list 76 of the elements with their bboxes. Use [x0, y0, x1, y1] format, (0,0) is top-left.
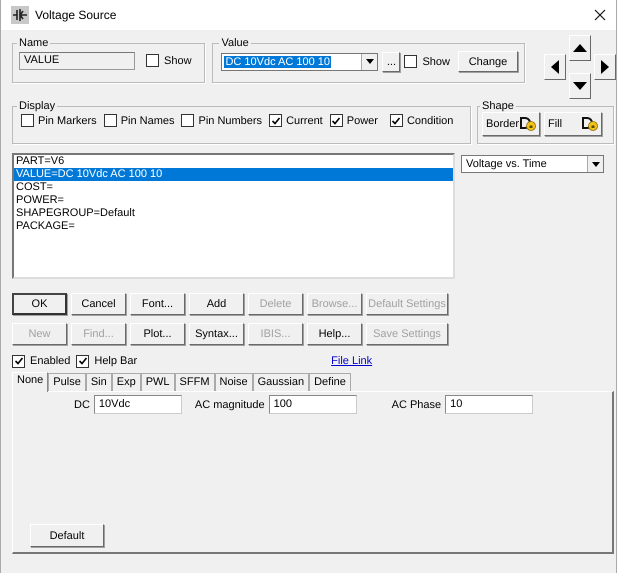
checkbox-label: Pin Numbers	[198, 114, 262, 126]
checkbox-label: Enabled	[30, 355, 70, 367]
attribute-item[interactable]: SHAPEGROUP=Default	[14, 207, 453, 220]
attribute-item[interactable]: PACKAGE=	[14, 220, 453, 233]
attribute-item[interactable]: COST=	[14, 181, 453, 194]
plot-type-dropdown[interactable]: Voltage vs. Time	[461, 155, 604, 173]
action-button[interactable]: Help...	[307, 323, 362, 345]
display-checkbox[interactable]	[21, 114, 34, 127]
checkbox-label: Help Bar	[94, 355, 138, 367]
input-field[interactable]: 10	[445, 395, 534, 414]
field-label: DC	[74, 398, 90, 410]
value-combobox[interactable]: DC 10Vdc AC 100 10	[221, 52, 378, 70]
left-button[interactable]	[544, 54, 566, 80]
checkbox-label: Current	[286, 114, 323, 126]
default-button[interactable]: Default	[30, 524, 104, 547]
action-button[interactable]: Cancel	[71, 293, 126, 315]
app-icon	[11, 6, 29, 24]
option-checkbox[interactable]	[12, 354, 25, 368]
input-field[interactable]: 100	[268, 395, 357, 414]
attribute-item[interactable]: POWER=	[14, 194, 453, 207]
checkbox-label: Condition	[406, 114, 454, 126]
action-button[interactable]: Font...	[130, 293, 185, 315]
attribute-item[interactable]: VALUE=DC 10Vdc AC 100 10	[14, 168, 453, 181]
tab[interactable]: Define	[309, 373, 351, 391]
tab[interactable]: Gaussian	[252, 373, 310, 391]
dropdown-arrow-icon	[592, 162, 600, 166]
close-icon[interactable]	[594, 9, 606, 21]
group-label: Display	[18, 100, 56, 112]
tab[interactable]: Noise	[214, 373, 253, 391]
right-button[interactable]	[594, 54, 616, 80]
checkbox-label: Pin Markers	[38, 114, 97, 126]
shape-button[interactable]: Border	[482, 112, 540, 136]
down-arrow-icon	[573, 82, 587, 90]
checkbox-label: Pin Names	[120, 114, 174, 126]
field-label: AC Phase	[392, 398, 442, 410]
checkbox-label: Show	[164, 54, 192, 66]
document-lock-icon	[582, 117, 598, 131]
show-checkbox[interactable]	[146, 54, 159, 67]
checkbox-label: Show	[422, 56, 450, 68]
action-button[interactable]: OK	[12, 293, 67, 315]
option-checkbox[interactable]	[76, 354, 90, 368]
up-button[interactable]	[569, 35, 591, 61]
tab[interactable]: Pulse	[48, 373, 86, 391]
field-label: AC magnitude	[194, 398, 265, 410]
document-lock-icon	[520, 117, 536, 131]
action-button[interactable]: Syntax...	[189, 323, 244, 345]
display-checkbox[interactable]	[269, 114, 282, 127]
group-label: Shape	[481, 100, 515, 112]
shape-button[interactable]: Fill	[544, 112, 602, 136]
display-checkbox[interactable]	[104, 114, 117, 127]
window-title: Voltage Source	[35, 8, 116, 22]
tab[interactable]: Sin	[86, 373, 112, 391]
down-button[interactable]	[569, 73, 591, 99]
tab[interactable]: None	[12, 372, 48, 392]
file-link[interactable]: File Link	[331, 355, 372, 367]
action-button[interactable]: Add	[189, 293, 244, 315]
checkbox-label: Power	[346, 114, 378, 126]
name-field: VALUE	[19, 52, 135, 70]
action-button[interactable]: Plot...	[130, 323, 185, 345]
display-checkbox[interactable]	[330, 114, 343, 127]
show-checkbox[interactable]	[404, 55, 418, 68]
display-checkbox[interactable]	[181, 114, 194, 127]
group-label: Value	[220, 37, 250, 49]
attribute-item[interactable]: PART=V6	[14, 155, 453, 168]
right-arrow-icon	[601, 60, 609, 74]
group-label: Name	[18, 37, 50, 49]
up-arrow-icon	[573, 44, 587, 52]
left-arrow-icon	[551, 60, 559, 74]
change-button[interactable]: Change	[458, 51, 518, 72]
tab[interactable]: SFFM	[174, 373, 214, 391]
display-checkbox[interactable]	[390, 114, 403, 127]
dropdown-arrow-icon	[366, 59, 374, 64]
tab[interactable]: PWL	[140, 373, 175, 391]
browse-button[interactable]: ...	[382, 52, 400, 72]
input-field[interactable]: 10Vdc	[94, 395, 182, 414]
tab[interactable]: Exp	[112, 373, 141, 391]
